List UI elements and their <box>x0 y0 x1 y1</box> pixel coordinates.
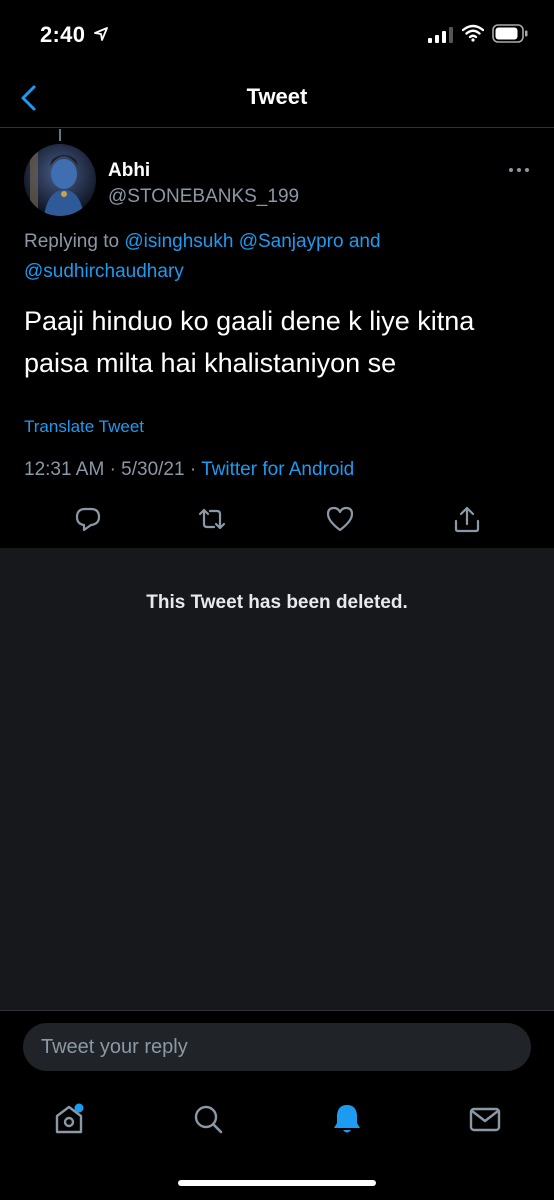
thread-connector-line <box>59 129 61 141</box>
avatar[interactable] <box>24 144 96 216</box>
tweet-text: Paaji hinduo ko gaali dene k liye kitna … <box>24 306 475 378</box>
replying-to-label: Replying to <box>24 231 120 252</box>
reply-input[interactable] <box>23 1023 531 1071</box>
page-title: Tweet <box>246 84 308 109</box>
share-icon[interactable] <box>452 504 482 534</box>
search-icon[interactable] <box>191 1102 225 1136</box>
avatar-image <box>24 144 96 216</box>
meta-separator: · <box>109 459 116 480</box>
author-handle[interactable]: @STONEBANKS_199 <box>108 186 299 208</box>
heart-icon[interactable] <box>325 504 355 534</box>
notifications-icon[interactable] <box>330 1102 364 1136</box>
mention-link[interactable]: @sudhirchaudhary <box>24 261 184 282</box>
messages-icon[interactable] <box>468 1102 502 1136</box>
status-time: 2:40 <box>40 22 86 47</box>
translate-tweet-link[interactable]: Translate Tweet <box>24 417 144 437</box>
deleted-tweet-panel: This Tweet has been deleted. <box>0 548 554 1010</box>
home-icon[interactable] <box>52 1102 86 1136</box>
battery-icon <box>492 24 528 43</box>
cellular-signal-icon <box>428 27 453 43</box>
mention-link[interactable]: @isinghsukh <box>124 231 233 252</box>
retweet-icon[interactable] <box>197 504 227 534</box>
mention-conjunction[interactable]: and <box>349 231 381 252</box>
tweet-time: 12:31 AM <box>24 459 105 480</box>
deleted-tweet-message: This Tweet has been deleted. <box>146 592 408 613</box>
meta-separator: · <box>189 459 197 480</box>
tweet-actions <box>0 500 554 546</box>
reply-composer <box>0 1010 554 1084</box>
author-name[interactable]: Abhi <box>108 160 150 182</box>
navigation-bar: Tweet <box>0 70 554 128</box>
tweet-metadata: 12:31 AM · 5/30/21 · Twitter for Android <box>24 459 354 481</box>
location-arrow-icon <box>94 27 108 41</box>
status-bar: 2:40 <box>0 0 554 70</box>
home-indicator[interactable] <box>178 1180 376 1186</box>
replying-to-line-continued: @sudhirchaudhary <box>24 261 184 283</box>
replying-to-line: Replying to @isinghsukh @Sanjaypro and <box>24 231 381 253</box>
wifi-icon <box>462 24 484 42</box>
tweet-date: 5/30/21 <box>121 459 185 480</box>
tweet-source-link[interactable]: Twitter for Android <box>201 459 354 480</box>
reply-icon[interactable] <box>73 504 103 534</box>
more-options-icon[interactable] <box>506 162 532 178</box>
mention-link[interactable]: @Sanjaypro <box>239 231 344 252</box>
